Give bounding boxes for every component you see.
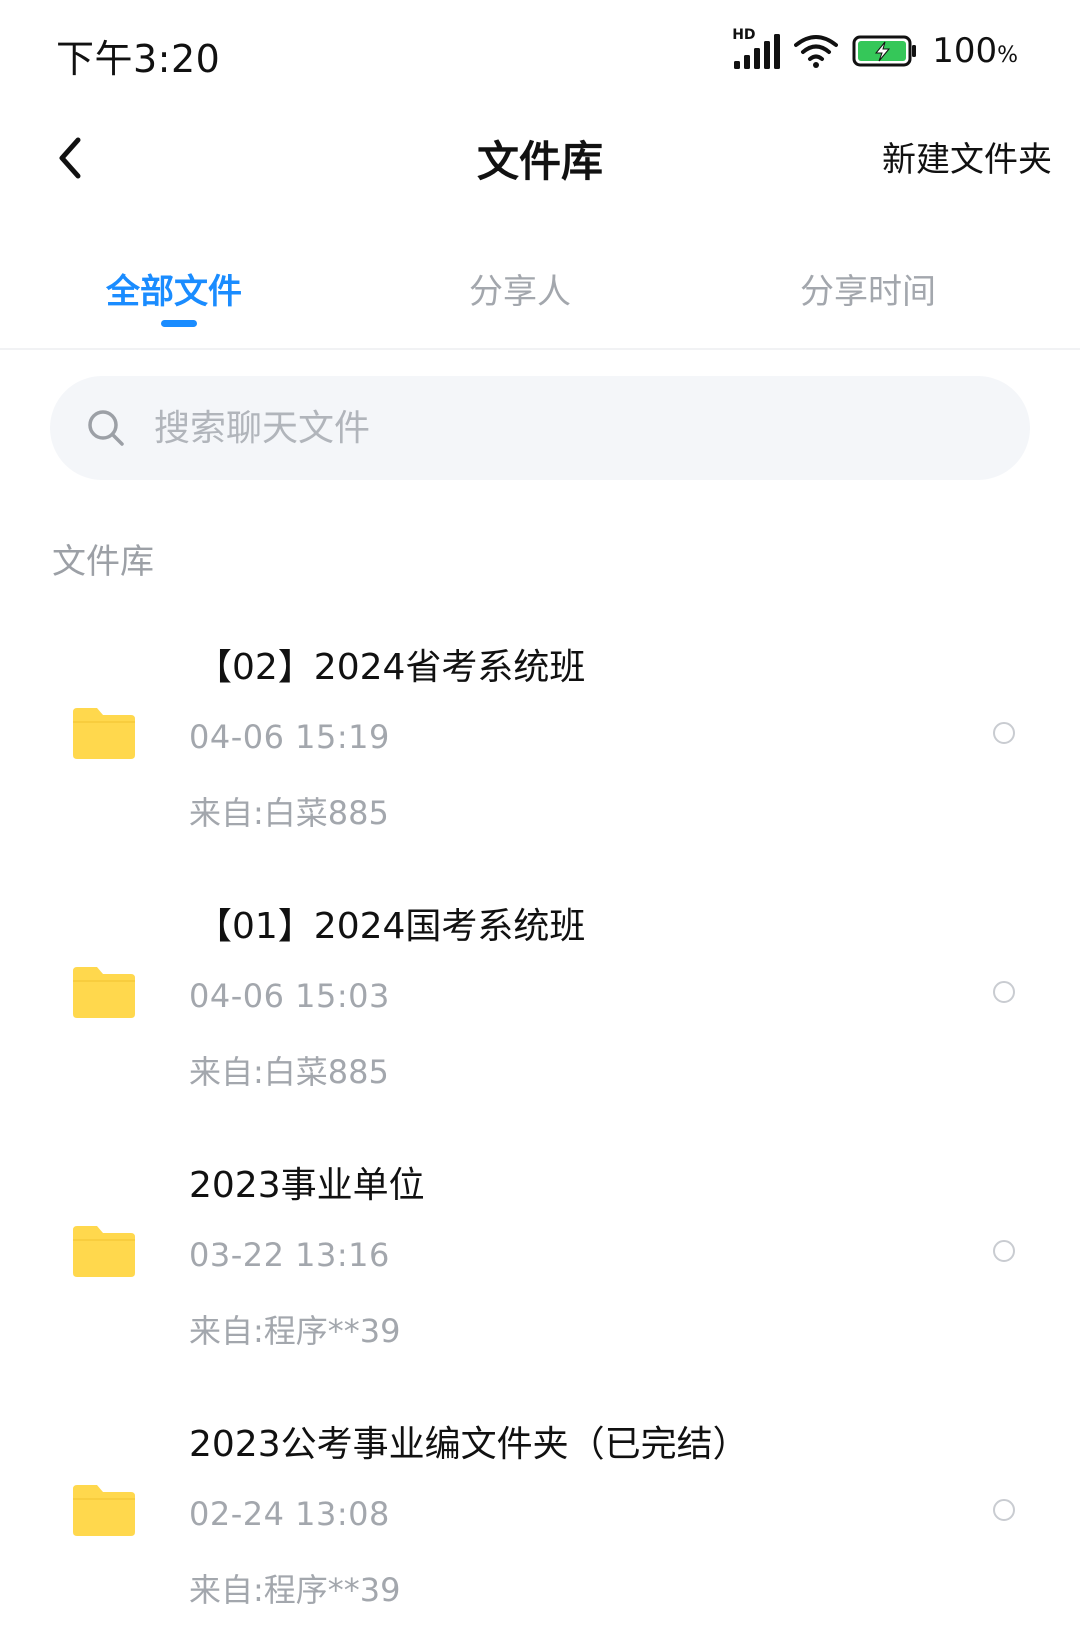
tab-bar: 全部文件 分享人 分享时间 bbox=[0, 250, 1080, 350]
tab-all-files[interactable]: 全部文件 bbox=[0, 264, 354, 313]
folder-icon bbox=[73, 1226, 135, 1277]
battery-percent: 100% bbox=[932, 31, 1018, 71]
list-item[interactable]: 2023公考事业编文件夹（已完结） 02-24 13:08 来自:程序**39 bbox=[0, 1387, 1080, 1626]
file-name: 【01】2024国考系统班 bbox=[196, 906, 586, 947]
list-item[interactable]: 2023事业单位 03-22 13:16 来自:程序**39 bbox=[0, 1128, 1080, 1387]
folder-icon bbox=[73, 708, 135, 759]
search-icon bbox=[86, 406, 130, 450]
file-time: 03-22 13:16 bbox=[189, 1236, 390, 1274]
file-source: 来自:程序**39 bbox=[189, 1571, 401, 1609]
nav-bar: 文件库 新建文件夹 bbox=[0, 108, 1080, 208]
status-bar: 下午3:20 HD 100% bbox=[0, 0, 1080, 105]
file-time: 04-06 15:03 bbox=[189, 977, 390, 1015]
battery-charging-icon bbox=[852, 35, 917, 67]
signal-icon: HD bbox=[732, 27, 781, 71]
file-time: 04-06 15:19 bbox=[189, 718, 390, 756]
select-radio[interactable] bbox=[993, 722, 1015, 744]
search-input[interactable] bbox=[154, 407, 914, 449]
tab-share-time[interactable]: 分享时间 bbox=[688, 264, 1048, 313]
file-name: 【02】2024省考系统班 bbox=[196, 647, 586, 688]
list-item[interactable]: 【01】2024国考系统班 04-06 15:03 来自:白菜885 bbox=[0, 869, 1080, 1128]
file-library-page: 下午3:20 HD 100% 文件库 新建文件夹 全部文件 分享人 分享时间 搜… bbox=[0, 0, 1080, 1626]
search-box[interactable] bbox=[50, 376, 1030, 480]
status-icons: HD 100% bbox=[732, 27, 1018, 74]
wifi-icon bbox=[794, 35, 839, 68]
file-source: 来自:程序**39 bbox=[189, 1312, 401, 1350]
new-folder-button[interactable]: 新建文件夹 bbox=[882, 132, 1052, 181]
status-time: 下午3:20 bbox=[56, 37, 221, 81]
file-list: 【02】2024省考系统班 04-06 15:19 来自:白菜885 【01】2… bbox=[0, 610, 1080, 1626]
folder-icon bbox=[73, 1485, 135, 1536]
file-name: 2023公考事业编文件夹（已完结） bbox=[189, 1424, 749, 1465]
list-item[interactable]: 【02】2024省考系统班 04-06 15:19 来自:白菜885 bbox=[0, 610, 1080, 869]
active-tab-indicator bbox=[161, 320, 197, 327]
file-source: 来自:白菜885 bbox=[189, 1053, 389, 1091]
file-name: 2023事业单位 bbox=[189, 1165, 425, 1206]
select-radio[interactable] bbox=[993, 1240, 1015, 1262]
folder-icon bbox=[73, 967, 135, 1018]
tab-sharer[interactable]: 分享人 bbox=[340, 264, 700, 313]
file-source: 来自:白菜885 bbox=[189, 794, 389, 832]
section-title: 文件库 bbox=[52, 542, 154, 582]
select-radio[interactable] bbox=[993, 981, 1015, 1003]
select-radio[interactable] bbox=[993, 1499, 1015, 1521]
file-time: 02-24 13:08 bbox=[189, 1495, 390, 1533]
